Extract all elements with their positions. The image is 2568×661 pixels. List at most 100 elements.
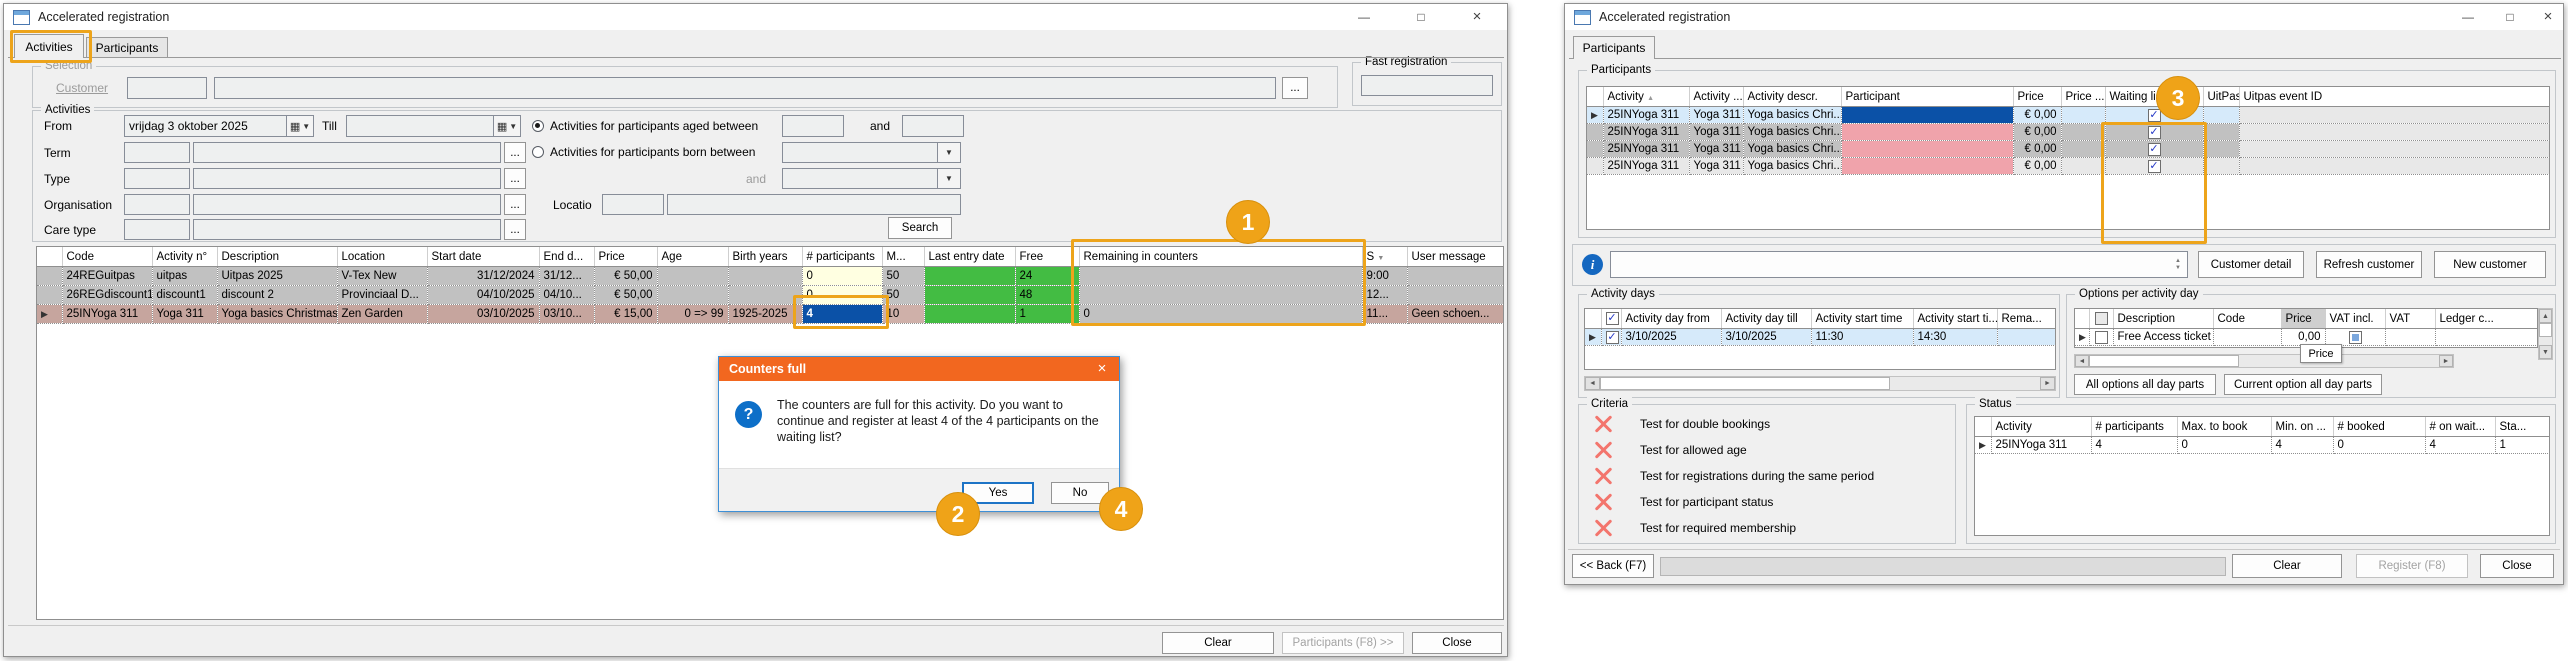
cell-uitpas[interactable] bbox=[2203, 124, 2239, 141]
cell-price[interactable]: € 50,00 bbox=[594, 267, 657, 286]
cell-participant[interactable] bbox=[1841, 158, 2013, 175]
participant-row[interactable]: 25INYoga 311 Yoga 311 Yoga basics Chri..… bbox=[1587, 141, 2549, 158]
scroll-right-icon[interactable]: ► bbox=[2040, 377, 2055, 390]
scrollbar-track[interactable] bbox=[2539, 337, 2552, 345]
cell-selected[interactable] bbox=[2089, 329, 2113, 346]
options-vscrollbar[interactable]: ▲ ▼ bbox=[2538, 308, 2553, 360]
cell-participant[interactable] bbox=[1841, 124, 2013, 141]
cell-uitpas[interactable] bbox=[2203, 107, 2239, 124]
cell-last-entry[interactable] bbox=[924, 305, 1015, 324]
col-header[interactable]: # participants bbox=[2091, 417, 2177, 437]
cell-option-code[interactable] bbox=[2213, 329, 2281, 346]
cell-selected[interactable]: ✓ bbox=[1601, 329, 1621, 346]
tab-participants[interactable]: Participants bbox=[86, 37, 168, 58]
cell-price[interactable]: € 50,00 bbox=[594, 286, 657, 305]
waiting-list-checkbox[interactable]: ✓ bbox=[2148, 160, 2161, 173]
organisation-code-input[interactable] bbox=[124, 194, 190, 215]
cell-participants[interactable]: 0 bbox=[802, 286, 882, 305]
row-selector[interactable] bbox=[37, 286, 62, 305]
cell-user-message[interactable] bbox=[1407, 286, 1503, 305]
cell-start-date[interactable]: 03/10/2025 bbox=[427, 305, 539, 324]
table-row-selected[interactable]: ▶ 25INYoga 311 Yoga 311 Yoga basics Chri… bbox=[37, 305, 1503, 324]
cell-booked[interactable]: 0 bbox=[2333, 437, 2425, 454]
col-header[interactable]: Price bbox=[594, 247, 657, 267]
col-header[interactable]: Activity start time bbox=[1811, 309, 1913, 329]
cell-activity[interactable]: 25INYoga 311 bbox=[1603, 124, 1689, 141]
cell-code[interactable]: 24REGuitpas bbox=[62, 267, 152, 286]
scroll-right-icon[interactable]: ► bbox=[2439, 355, 2453, 367]
cell-user-message[interactable] bbox=[1407, 267, 1503, 286]
type-browse-button[interactable]: ... bbox=[504, 168, 526, 189]
col-header[interactable]: Description bbox=[2113, 309, 2213, 329]
clear-button-right[interactable]: Clear bbox=[2232, 554, 2342, 578]
cell-description[interactable]: discount 2 bbox=[217, 286, 337, 305]
col-header[interactable]: Activity ... bbox=[1689, 87, 1743, 107]
cell-option-price[interactable]: 0,00 bbox=[2281, 329, 2325, 346]
cell-activity[interactable]: 25INYoga 311 bbox=[1603, 141, 1689, 158]
maximize-icon[interactable]: □ bbox=[1406, 6, 1436, 27]
cell-user-message[interactable]: Geen schoen... bbox=[1407, 305, 1503, 324]
cell-end-date[interactable]: 04/10... bbox=[539, 286, 594, 305]
col-header-price-selected[interactable]: Price bbox=[2281, 309, 2325, 329]
customer-detail-button[interactable]: Customer detail bbox=[2198, 251, 2304, 278]
participant-row[interactable]: 25INYoga 311 Yoga 311 Yoga basics Chri..… bbox=[1587, 124, 2549, 141]
aged-between-radio[interactable] bbox=[532, 120, 544, 132]
cell-uitpas-event-id[interactable] bbox=[2239, 141, 2549, 158]
col-header[interactable]: Free bbox=[1015, 247, 1079, 267]
col-header[interactable]: Activity n° bbox=[152, 247, 217, 267]
all-options-button[interactable]: All options all day parts bbox=[2074, 374, 2216, 395]
col-header[interactable]: Description bbox=[217, 247, 337, 267]
tab-activities[interactable]: Activities bbox=[14, 34, 84, 58]
select-all-checkbox[interactable] bbox=[2095, 312, 2108, 325]
cell-end-date[interactable]: 03/10... bbox=[539, 305, 594, 324]
cell-price2[interactable] bbox=[2061, 158, 2105, 175]
refresh-customer-button[interactable]: Refresh customer bbox=[2316, 251, 2422, 278]
cell-max[interactable]: 10 bbox=[882, 305, 924, 324]
scroll-left-icon[interactable]: ◄ bbox=[2075, 355, 2089, 367]
tab-participants-right[interactable]: Participants bbox=[1573, 36, 1655, 59]
close-button[interactable]: Close bbox=[1412, 632, 1502, 654]
current-option-button[interactable]: Current option all day parts bbox=[2224, 374, 2382, 395]
cell-remaining[interactable]: 0 bbox=[1079, 305, 1362, 324]
cell-day-from[interactable]: 3/10/2025 bbox=[1621, 329, 1721, 346]
minimize-icon[interactable]: — bbox=[2453, 6, 2483, 27]
col-header[interactable]: Start date bbox=[427, 247, 539, 267]
cell-uitpas-event-id[interactable] bbox=[2239, 124, 2549, 141]
cell-uitpas-event-id[interactable] bbox=[2239, 107, 2549, 124]
row-selector[interactable]: ▶ bbox=[1587, 107, 1603, 124]
cell-uitpas[interactable] bbox=[2203, 158, 2239, 175]
col-header[interactable]: Price ... bbox=[2061, 87, 2105, 107]
customer-search-input[interactable] bbox=[1610, 251, 2188, 278]
cell-start-date[interactable]: 04/10/2025 bbox=[427, 286, 539, 305]
location-code-input[interactable] bbox=[602, 194, 664, 215]
status-row[interactable]: ▶ 25INYoga 311 4 0 4 0 4 1 bbox=[1975, 437, 2549, 454]
register-f8-button[interactable]: Register (F8) bbox=[2356, 554, 2468, 578]
care-type-browse-button[interactable]: ... bbox=[504, 219, 526, 240]
cell-max[interactable]: 50 bbox=[882, 267, 924, 286]
cell-max[interactable]: 50 bbox=[882, 286, 924, 305]
cell-activity[interactable]: 25INYoga 311 bbox=[1991, 437, 2091, 454]
location-name-input[interactable] bbox=[667, 194, 961, 215]
option-row[interactable]: ▶ Free Access ticket 0,00 bbox=[2075, 329, 2537, 346]
col-header[interactable]: # participants bbox=[802, 247, 882, 267]
cell-activity-nr[interactable]: Yoga 311 bbox=[152, 305, 217, 324]
customer-browse-button[interactable]: ... bbox=[1282, 77, 1308, 99]
cell-ledger[interactable] bbox=[2435, 329, 2537, 346]
cell-remaining[interactable] bbox=[1079, 267, 1362, 286]
organisation-name-input[interactable] bbox=[193, 194, 501, 215]
row-selector[interactable] bbox=[1587, 124, 1603, 141]
cell-activity-nr[interactable]: Yoga 311 bbox=[1689, 107, 1743, 124]
till-date-input[interactable] bbox=[346, 115, 494, 137]
col-header[interactable]: M... bbox=[882, 247, 924, 267]
cell-vat-incl[interactable] bbox=[2325, 329, 2385, 346]
col-header[interactable]: Activity day till bbox=[1721, 309, 1811, 329]
col-header[interactable]: VAT incl. bbox=[2325, 309, 2385, 329]
col-header[interactable]: Remaining in counters bbox=[1079, 247, 1362, 267]
new-customer-button[interactable]: New customer bbox=[2434, 251, 2546, 278]
cell-waiting-list[interactable]: ✓ bbox=[2105, 158, 2203, 175]
day-checkbox[interactable]: ✓ bbox=[1606, 331, 1619, 344]
col-header[interactable]: Sta... bbox=[2495, 417, 2549, 437]
term-browse-button[interactable]: ... bbox=[504, 142, 526, 163]
row-selector[interactable] bbox=[37, 267, 62, 286]
col-header[interactable]: Birth years bbox=[728, 247, 802, 267]
